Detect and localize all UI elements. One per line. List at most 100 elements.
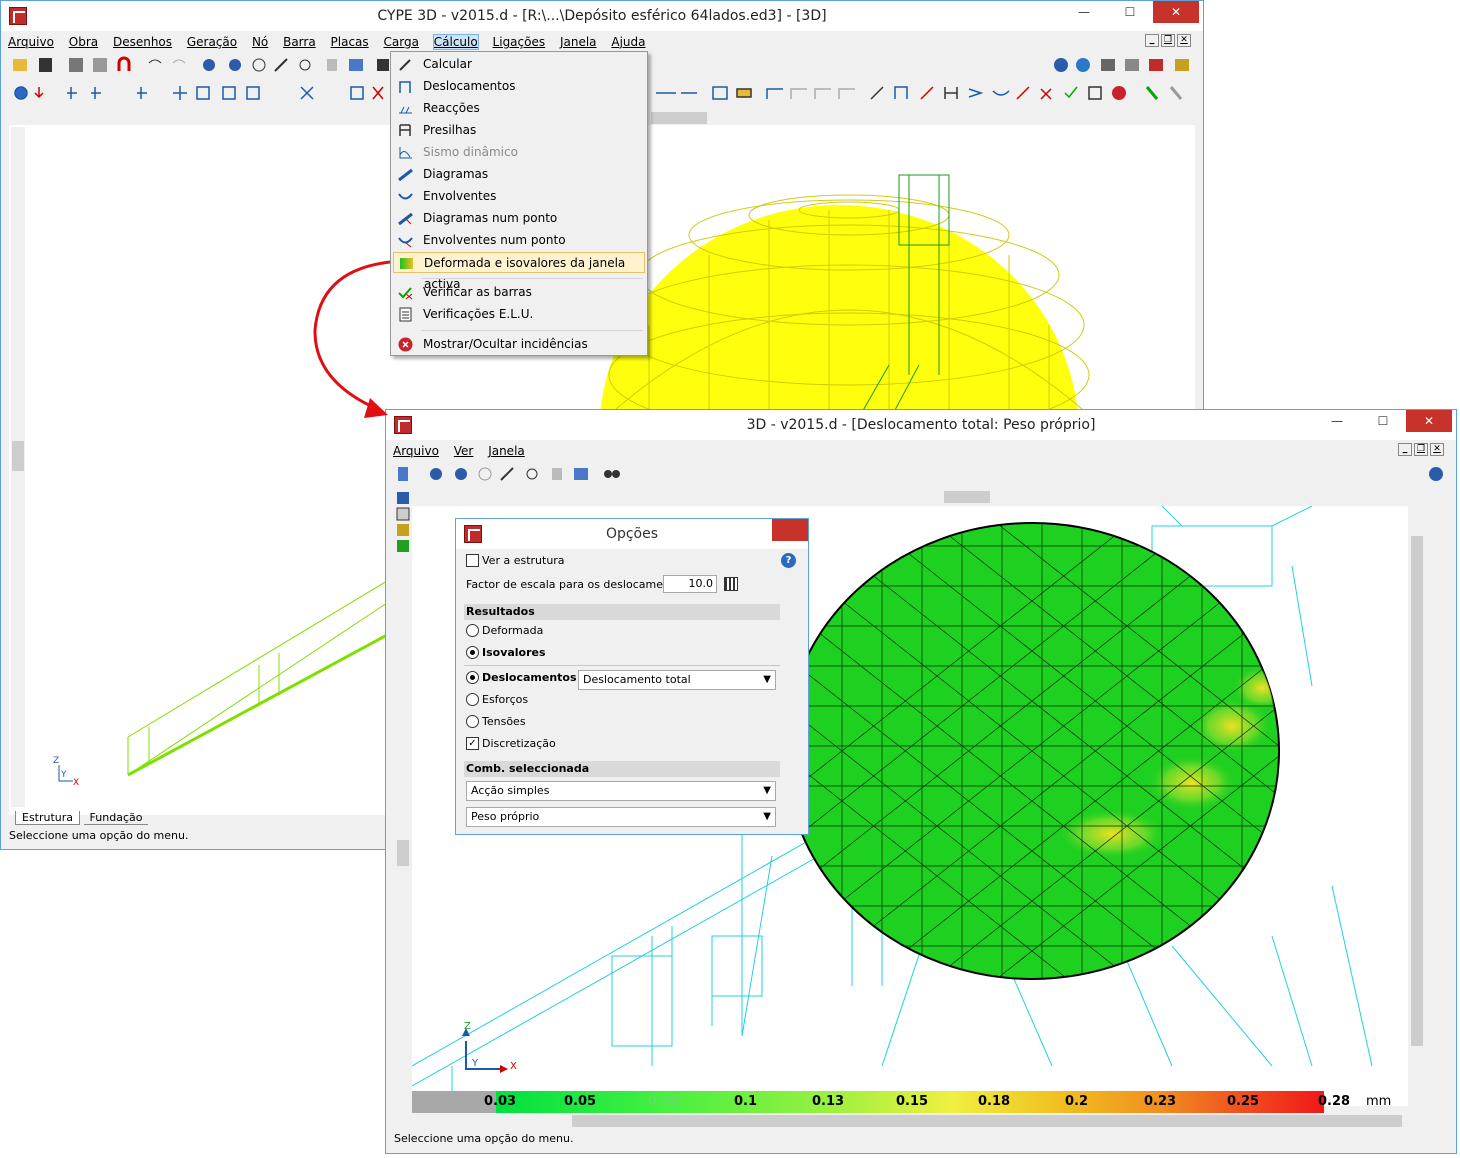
isovalues-radio[interactable] — [466, 646, 479, 659]
legend-label-2: 0.08 — [648, 1094, 681, 1109]
menu-separator — [421, 278, 643, 279]
result-title-bar: 3D - v2015.d - [Deslocamento total: Peso… — [386, 410, 1456, 440]
result-window-title: 3D - v2015.d - [Deslocamento total: Peso… — [746, 417, 1096, 433]
result-status-bar: Seleccione uma opção do menu. — [386, 1131, 1456, 1147]
menu-ver[interactable]: Ver — [454, 444, 474, 458]
see-structure-label: Ver a estrutura — [482, 554, 565, 567]
diagrams-icon — [398, 168, 413, 182]
main-window-title: CYPE 3D - v2015.d - [R:\...\Depósito esf… — [377, 8, 827, 24]
options-dialog: Opções Ver a estrutura ? Factor de escal… — [455, 518, 809, 835]
menu-geracao[interactable]: Geração — [187, 35, 237, 49]
combination-section-header: Comb. seleccionada — [464, 761, 780, 777]
incidences-icon — [398, 337, 413, 352]
results-divider — [464, 665, 780, 666]
deformed-label: Deformada — [482, 624, 544, 637]
chevron-down-icon: ▼ — [763, 785, 771, 796]
menu-item-verificacoes-elu[interactable]: Verificações E.L.U. — [393, 304, 645, 325]
main-title-bar: CYPE 3D - v2015.d - [R:\...\Depósito esf… — [1, 1, 1203, 31]
result-hscroll[interactable] — [416, 490, 1446, 504]
menu-item-verificar-barras[interactable]: Verificar as barras — [393, 282, 645, 303]
menu-item-deslocamentos[interactable]: Deslocamentos — [393, 76, 645, 97]
result-menu-bar: Arquivo Ver Janela _ ❐ ✕ — [386, 441, 1456, 461]
calculator-icon[interactable] — [724, 577, 738, 591]
menu-item-envolventes[interactable]: Envolventes — [393, 186, 645, 207]
svg-text:Y: Y — [471, 1058, 479, 1069]
envelopes-icon — [398, 193, 413, 200]
menu-janela[interactable]: Janela — [560, 35, 597, 49]
deformed-radio[interactable] — [466, 624, 479, 637]
mdi-restore-button[interactable]: ❐ — [1414, 443, 1428, 456]
menu-calculo[interactable]: Cálculo — [432, 34, 479, 50]
isovalues-label: Isovalores — [482, 646, 546, 659]
minimize-button[interactable]: — — [1061, 1, 1107, 23]
calculate-icon — [399, 59, 411, 71]
action-select[interactable]: Acção simples ▼ — [466, 781, 776, 801]
menu-item-diagramas-num-ponto[interactable]: Diagramas num ponto — [393, 208, 645, 229]
help-icon[interactable]: ? — [781, 553, 796, 568]
seismic-icon — [399, 147, 412, 159]
chevron-down-icon: ▼ — [763, 674, 771, 685]
menu-item-mostrar-ocultar-incidencias[interactable]: Mostrar/Ocultar incidências — [393, 334, 645, 355]
close-button[interactable]: ✕ — [1153, 1, 1199, 23]
result-toolbar-icons[interactable] — [386, 462, 1456, 486]
minimize-button[interactable]: — — [1314, 410, 1360, 432]
maximize-button[interactable]: ☐ — [1360, 410, 1406, 432]
menu-item-envolventes-num-ponto[interactable]: Envolventes num ponto — [393, 230, 645, 251]
result-vscroll[interactable] — [1410, 506, 1424, 1114]
forces-radio[interactable] — [466, 693, 479, 706]
legend-label-4: 0.13 — [812, 1094, 845, 1109]
displacement-type-select[interactable]: Deslocamento total ▼ — [578, 670, 776, 690]
load-case-select[interactable]: Peso próprio ▼ — [466, 807, 776, 827]
menu-separator — [421, 330, 643, 331]
menu-item-reaccoes[interactable]: Reacções — [393, 98, 645, 119]
see-structure-checkbox[interactable] — [466, 554, 479, 567]
tab-fundacao[interactable]: Fundação — [83, 811, 149, 825]
legend-label-0: 0.03 — [484, 1094, 517, 1109]
result-bottom-hscroll[interactable] — [412, 1114, 1410, 1128]
scale-factor-input[interactable]: 10.0 — [663, 575, 717, 593]
mdi-close-button[interactable]: ✕ — [1177, 34, 1191, 47]
discretization-checkbox[interactable]: ✓ — [466, 737, 479, 750]
clamps-icon — [399, 124, 411, 136]
menu-obra[interactable]: Obra — [69, 35, 98, 49]
menu-item-diagramas[interactable]: Diagramas — [393, 164, 645, 185]
svg-text:Y: Y — [60, 770, 67, 780]
maximize-button[interactable]: ☐ — [1107, 1, 1153, 23]
menu-arquivo[interactable]: Arquivo — [8, 35, 54, 49]
menu-item-calcular[interactable]: Calcular — [393, 54, 645, 75]
point-diagrams-icon — [398, 212, 413, 226]
scale-factor-label: Factor de escala para os deslocamentos — [466, 578, 687, 591]
displacements-label: Deslocamentos — [482, 671, 577, 684]
menu-carga[interactable]: Carga — [384, 35, 419, 49]
menu-placas[interactable]: Placas — [331, 35, 369, 49]
legend-label-5: 0.15 — [896, 1094, 929, 1109]
menu-item-presilhas[interactable]: Presilhas — [393, 120, 645, 141]
result-axes-icon: Z Y X — [462, 1021, 517, 1073]
menu-item-deformada-isovalores[interactable]: Deformada e isovalores da janela activa — [393, 252, 645, 291]
red-arrow-annotation — [313, 260, 391, 418]
menu-barra[interactable]: Barra — [283, 35, 316, 49]
menu-no[interactable]: Nó — [252, 35, 268, 49]
tab-estrutura[interactable]: Estrutura — [15, 811, 81, 825]
main-vscroll[interactable] — [11, 127, 25, 807]
close-button[interactable]: ✕ — [1406, 410, 1452, 432]
menu-ajuda[interactable]: Ajuda — [611, 35, 645, 49]
result-left-toolstrip[interactable] — [396, 490, 410, 870]
main-menu-bar: Arquivo Obra Desenhos Geração Nó Barra P… — [1, 32, 1203, 52]
mdi-minimize-button[interactable]: _ — [1145, 34, 1159, 47]
menu-janela[interactable]: Janela — [488, 444, 525, 458]
menu-desenhos[interactable]: Desenhos — [113, 35, 172, 49]
menu-arquivo[interactable]: Arquivo — [393, 444, 439, 458]
mdi-restore-button[interactable]: ❐ — [1161, 34, 1175, 47]
displacements-icon — [399, 81, 411, 93]
close-button[interactable] — [772, 519, 808, 541]
stresses-radio[interactable] — [466, 715, 479, 728]
mdi-close-button[interactable]: ✕ — [1430, 443, 1444, 456]
mdi-minimize-button[interactable]: _ — [1398, 443, 1412, 456]
menu-item-sismo-dinamico: Sismo dinâmico — [393, 142, 645, 163]
menu-ligacoes[interactable]: Ligações — [493, 35, 546, 49]
displacements-radio[interactable] — [466, 671, 479, 684]
options-title-bar: Opções — [456, 519, 808, 549]
stresses-label: Tensões — [482, 715, 526, 728]
main-tabs: Estrutura Fundação — [15, 811, 149, 825]
